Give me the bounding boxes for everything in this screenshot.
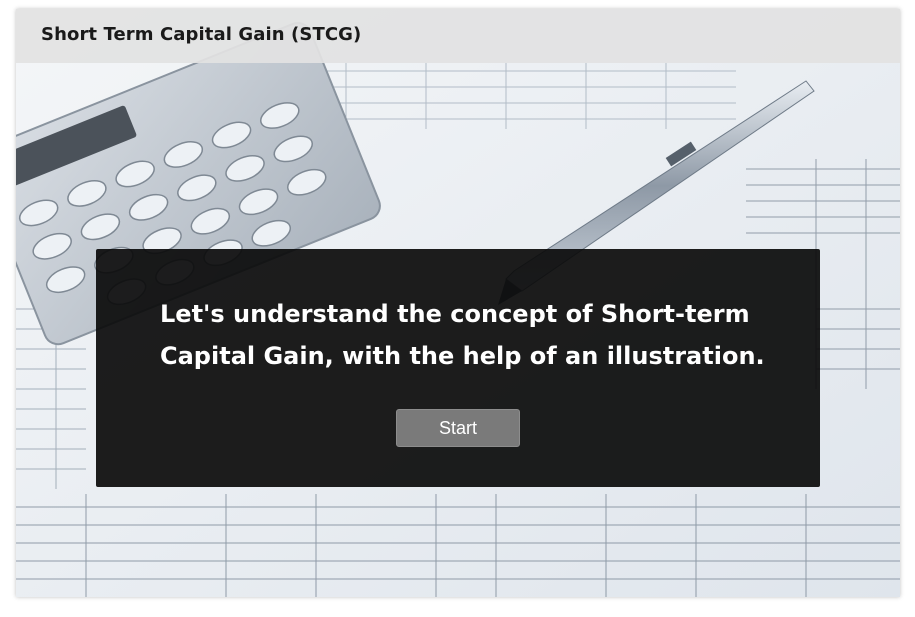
start-button[interactable]: Start: [396, 409, 520, 447]
intro-message: Let's understand the concept of Short-te…: [160, 300, 765, 370]
page-title: Short Term Capital Gain (STCG): [41, 24, 362, 45]
intro-dialog: Let's understand the concept of Short-te…: [96, 249, 820, 487]
slide-frame: Short Term Capital Gain (STCG) Let's und…: [16, 9, 900, 597]
title-bar: Short Term Capital Gain (STCG): [16, 9, 900, 63]
